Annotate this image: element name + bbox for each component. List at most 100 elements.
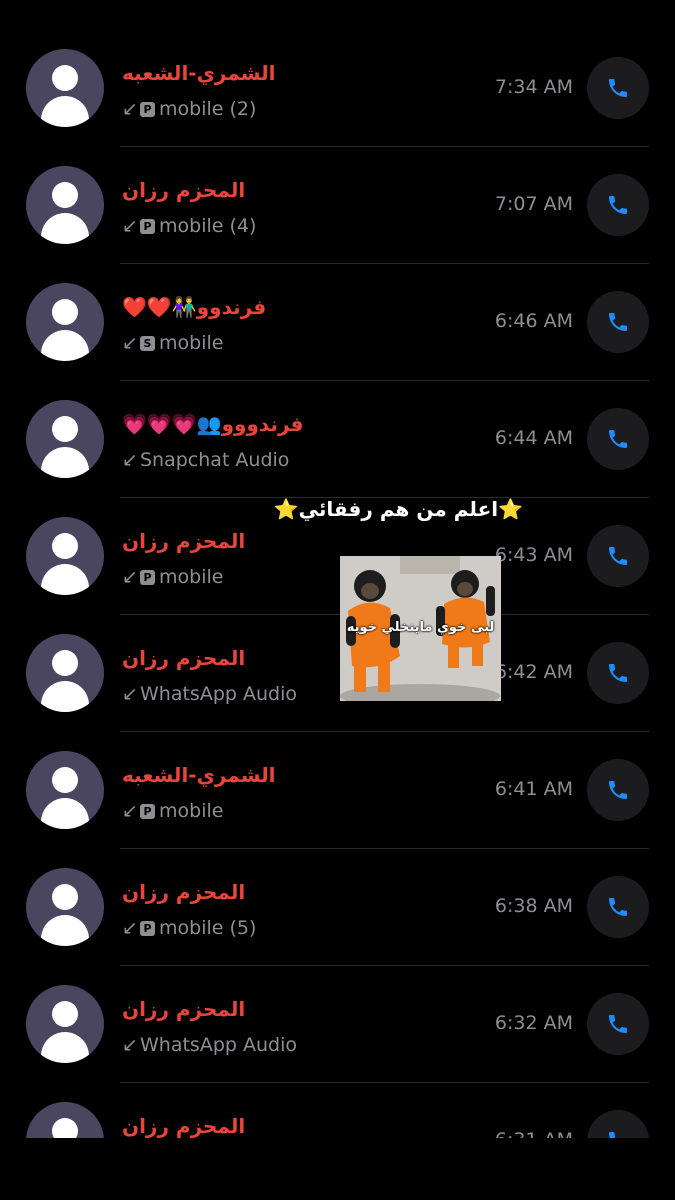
call-type-label: mobile (5)	[159, 917, 257, 939]
call-time: 6:46 AM	[494, 310, 573, 332]
incoming-arrow-icon: ↙	[122, 449, 138, 471]
sim-badge: P	[140, 219, 155, 234]
sim-badge: P	[140, 804, 155, 819]
sim-badge: P	[140, 921, 155, 936]
call-time: 7:07 AM	[494, 193, 573, 215]
person-icon[interactable]	[26, 634, 104, 712]
call-type-label: mobile	[159, 800, 224, 822]
call-time: 6:42 AM	[494, 661, 573, 683]
person-icon[interactable]	[26, 400, 104, 478]
phone-icon	[609, 196, 627, 214]
incoming-arrow-icon: ↙	[122, 215, 138, 237]
sticker-caption: لبى خوي ماينخلي خويه	[346, 620, 495, 635]
person-icon[interactable]	[26, 1102, 104, 1138]
monkeys-sticker: لبى خوي ماينخلي خويه	[340, 556, 501, 701]
call-time: 6:44 AM	[494, 427, 573, 449]
call-detail: ↙ Pmobile	[122, 566, 223, 588]
call-time: 6:38 AM	[494, 895, 573, 917]
sim-badge: P	[140, 102, 155, 117]
call-type-label: mobile (2)	[159, 98, 257, 120]
call-button[interactable]	[587, 993, 649, 1055]
incoming-arrow-icon: ↙	[122, 683, 138, 705]
call-detail: ↙ Pmobile	[122, 800, 223, 822]
bottom-edge	[0, 1138, 675, 1200]
incoming-arrow-icon: ↙	[122, 800, 138, 822]
person-icon[interactable]	[26, 751, 104, 829]
call-time: 6:41 AM	[494, 778, 573, 800]
call-row[interactable]: فرندوو👫❤️❤️ ↙ Smobile 6:46 AM	[0, 264, 675, 381]
call-type-label: mobile (4)	[159, 215, 257, 237]
phone-icon	[609, 1015, 627, 1033]
incoming-arrow-icon: ↙	[122, 566, 138, 588]
call-button[interactable]	[587, 759, 649, 821]
phone-icon	[609, 313, 627, 331]
call-button[interactable]	[587, 291, 649, 353]
call-detail: ↙ Pmobile (5)	[122, 917, 256, 939]
person-icon[interactable]	[26, 166, 104, 244]
phone-icon	[609, 1132, 616, 1138]
call-detail: ↙ WhatsApp Audio	[122, 1034, 297, 1056]
call-type-label: mobile	[159, 566, 224, 588]
person-icon[interactable]	[26, 517, 104, 595]
contact-name: فرندوو👫❤️❤️	[122, 295, 267, 319]
phone-icon	[609, 430, 627, 448]
call-row[interactable]: المحزم رزان ↙ WhatsApp Audio 6:42 AM	[0, 615, 675, 732]
star-icon: ⭐	[273, 497, 299, 521]
incoming-arrow-icon: ↙	[122, 1034, 138, 1056]
call-time: 7:34 AM	[494, 76, 573, 98]
call-button[interactable]	[587, 57, 649, 119]
contact-name: المحزم رزان	[122, 880, 246, 904]
sim-badge: S	[140, 336, 155, 351]
call-time: 6:43 AM	[494, 544, 573, 566]
person-icon[interactable]	[26, 868, 104, 946]
call-button[interactable]	[587, 174, 649, 236]
call-row[interactable]: المحزم رزان ↙ Pmobile (4) 7:07 AM	[0, 147, 675, 264]
phone-icon	[609, 547, 627, 565]
call-detail: ↙ Pmobile (2)	[122, 98, 256, 120]
call-type-label: Snapchat Audio	[140, 449, 290, 471]
call-time: 6:31 AM	[495, 1129, 573, 1138]
call-button[interactable]	[587, 408, 649, 470]
call-detail: ↙ Pmobile (4)	[122, 215, 256, 237]
phone-icon	[609, 898, 627, 916]
sim-badge: P	[140, 570, 155, 585]
call-row[interactable]: فرندووو👥💗💗💗 ↙ Snapchat Audio 6:44 AM	[0, 381, 675, 498]
contact-name: المحزم رزان	[122, 529, 246, 553]
call-row[interactable]: الشمري-الشعبه ↙ Pmobile 6:41 AM	[0, 732, 675, 849]
phone-icon	[609, 781, 627, 799]
call-time: 6:32 AM	[494, 1012, 573, 1034]
call-detail: ↙ Snapchat Audio	[122, 449, 289, 471]
phone-icon	[609, 79, 627, 97]
call-button[interactable]	[587, 525, 649, 587]
call-type-label: WhatsApp Audio	[140, 683, 297, 705]
contact-name: الشمري-الشعبه	[122, 61, 276, 85]
contact-name: المحزم رزان	[122, 997, 246, 1021]
incoming-arrow-icon: ↙	[122, 98, 138, 120]
call-row[interactable]: الشمري-الشعبه ↙ Pmobile (2) 7:34 AM	[0, 30, 675, 147]
contact-name: المحزم رزان	[122, 1114, 246, 1138]
call-detail: ↙ Smobile	[122, 332, 223, 354]
call-row[interactable]: المحزم رزان ↙ WhatsApp Audio 6:32 AM	[0, 966, 675, 1083]
call-row[interactable]: المحزم رزان ↙ Pmobile (5) 6:38 AM	[0, 849, 675, 966]
incoming-arrow-icon: ↙	[122, 332, 138, 354]
person-icon[interactable]	[26, 985, 104, 1063]
person-icon[interactable]	[26, 283, 104, 361]
call-type-label: mobile	[159, 332, 224, 354]
contact-name: فرندووو👥💗💗💗	[122, 412, 304, 436]
story-text: ⭐اعلم من هم رفقائي⭐	[274, 497, 523, 521]
contact-name: المحزم رزان	[122, 646, 246, 670]
contact-name: المحزم رزان	[122, 178, 246, 202]
call-button[interactable]	[587, 642, 649, 704]
call-type-label: WhatsApp Audio	[140, 1034, 297, 1056]
call-row[interactable]: المحزم رزان 6:31 AM	[0, 1083, 675, 1138]
incoming-arrow-icon: ↙	[122, 917, 138, 939]
call-detail: ↙ WhatsApp Audio	[122, 683, 297, 705]
call-button[interactable]	[587, 876, 649, 938]
phone-icon	[609, 664, 627, 682]
star-icon: ⭐	[498, 497, 523, 521]
call-button[interactable]	[587, 1110, 649, 1138]
story-text-label: اعلم من هم رفقائي	[298, 497, 499, 521]
person-icon[interactable]	[26, 49, 104, 127]
contact-name: الشمري-الشعبه	[122, 763, 276, 787]
recents-list: الشمري-الشعبه ↙ Pmobile (2) 7:34 AM المحزم ر…	[0, 0, 675, 1138]
